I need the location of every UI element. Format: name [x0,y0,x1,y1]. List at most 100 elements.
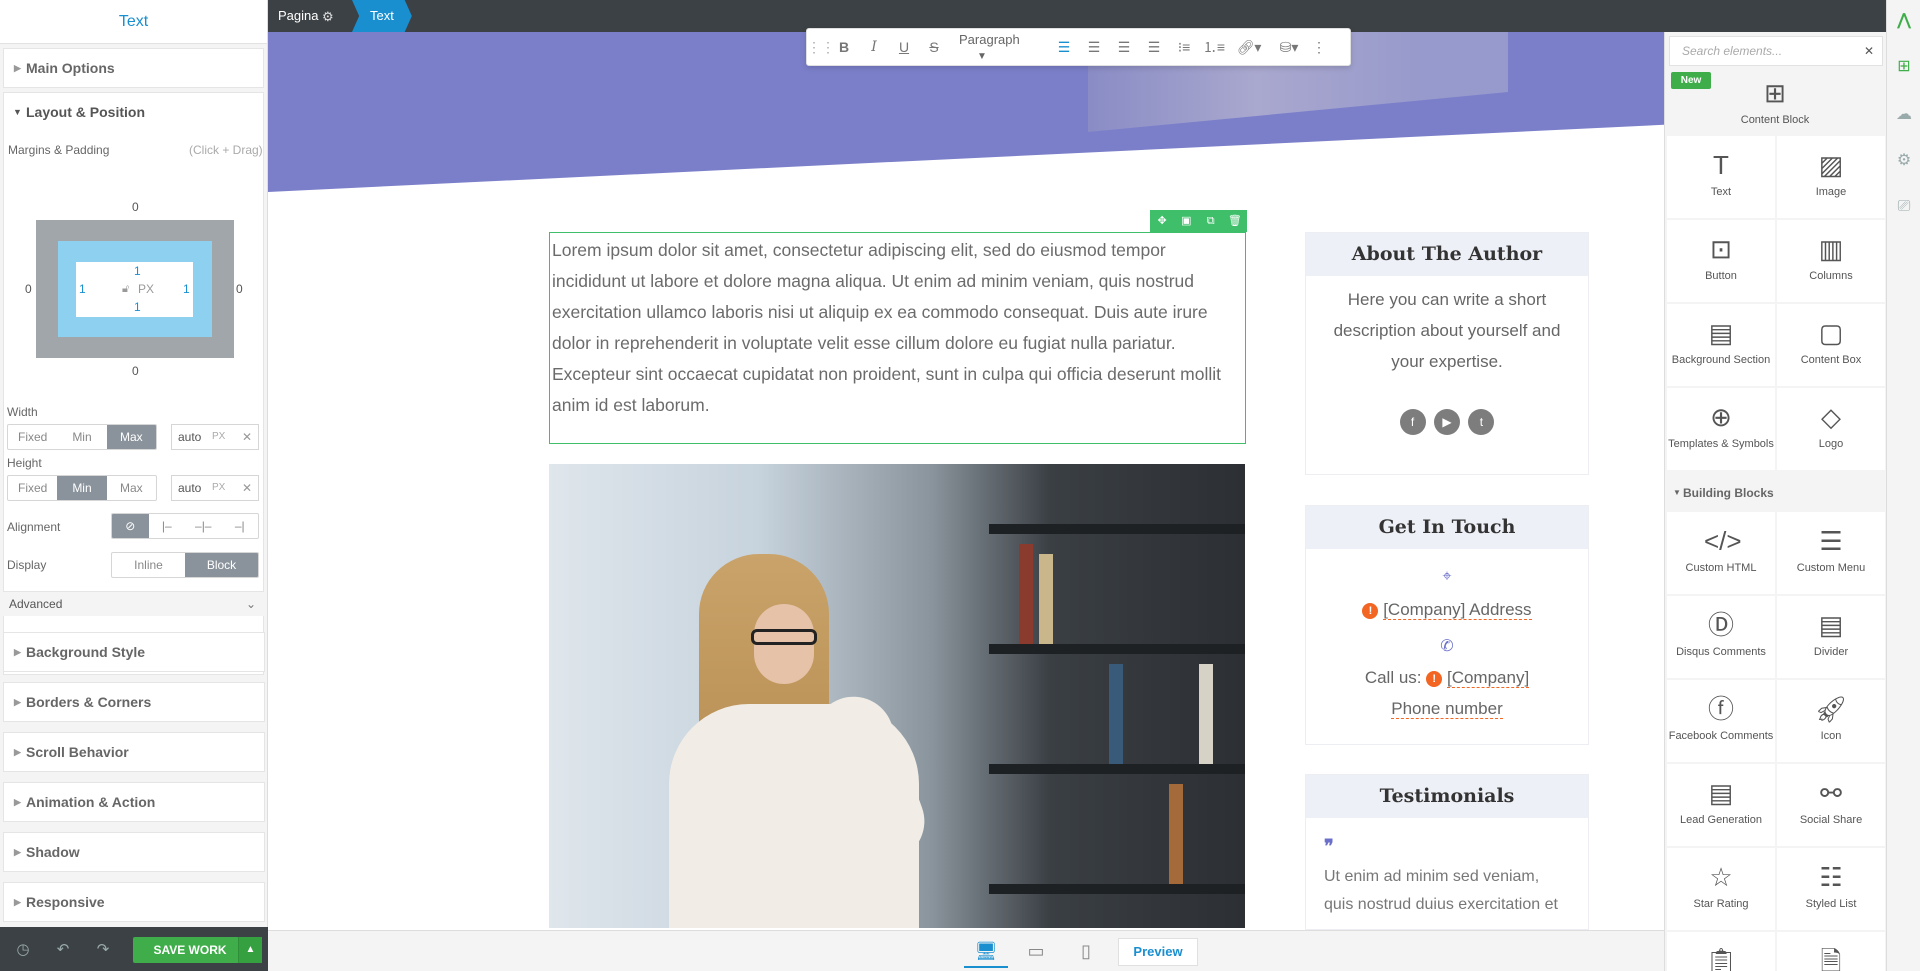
strikethrough-icon[interactable]: S [919,39,949,55]
numbered-list-icon[interactable]: ⒈≡ [1199,37,1229,57]
section-layout-header[interactable]: ▼ Layout & Position [4,93,263,133]
selected-text-element[interactable]: Lorem ipsum dolor sit amet, consectetur … [549,232,1246,444]
close-icon[interactable]: ✕ [1864,37,1874,65]
height-max-option[interactable]: Max [107,476,156,500]
justify-icon[interactable]: ☰ [1139,39,1169,56]
duplicate-icon[interactable]: ⧉ [1199,210,1223,232]
breadcrumb-page[interactable]: Pagina [278,0,318,32]
element-button[interactable]: ⊡ Button [1667,220,1775,302]
margin-right-value[interactable]: 0 [236,282,243,296]
align-left-icon[interactable]: |– [149,514,186,538]
width-fixed-option[interactable]: Fixed [8,425,57,449]
move-icon[interactable]: ✥ [1150,210,1174,232]
element-logo[interactable]: ◇ Logo [1777,388,1885,470]
width-min-option[interactable]: Min [57,425,106,449]
bullet-list-icon[interactable]: ⁝≡ [1169,39,1199,56]
element-more[interactable]: 📋︎ [1667,932,1775,971]
gear-icon[interactable]: ⚙ [322,0,334,34]
display-inline-option[interactable]: Inline [112,553,185,577]
clear-height-icon[interactable]: ✕ [242,476,252,500]
clear-width-icon[interactable]: ✕ [242,425,252,449]
width-mode-toggle[interactable]: Fixed Min Max [7,424,157,450]
margin-top-value[interactable]: 0 [132,200,139,214]
library-photo[interactable] [549,464,1245,928]
margin-left-value[interactable]: 0 [25,282,32,296]
advanced-toggle[interactable]: Advanced ⌄ [3,591,264,616]
mobile-icon[interactable]: ▯ [1064,935,1108,968]
element-columns[interactable]: ▥ Columns [1777,220,1885,302]
alignment-toggle[interactable]: ⊘ |– –|– –| [111,513,259,539]
save-options-button[interactable]: ▲ [238,937,262,963]
align-right-icon[interactable]: –| [222,514,259,538]
section-shadow[interactable]: ▶ Shadow [3,832,265,872]
height-mode-toggle[interactable]: Fixed Min Max [7,475,157,501]
building-blocks-header[interactable]: ▼ Building Blocks [1665,478,1886,508]
display-block-option[interactable]: Block [185,553,258,577]
padding-bottom-value[interactable]: 1 [134,300,141,314]
lock-icon[interactable]: 🔓︎ [122,283,129,296]
height-unit[interactable]: PX [212,476,225,500]
element-text[interactable]: T Text [1667,136,1775,218]
element-icon[interactable]: 🚀︎ Icon [1777,680,1885,762]
align-center-icon[interactable]: –|– [185,514,222,538]
paragraph-select[interactable]: Paragraph ▼ [949,32,1049,62]
element-disqus-comments[interactable]: Ⓓ Disqus Comments [1667,596,1775,678]
element-custom-html[interactable]: </> Custom HTML [1667,512,1775,594]
body-paragraph[interactable]: Lorem ipsum dolor sit amet, consectetur … [552,235,1243,421]
element-facebook-comments[interactable]: ⓕ Facebook Comments [1667,680,1775,762]
settings-icon[interactable]: ⚙ [1887,150,1920,170]
element-lead-generation[interactable]: ▤ Lead Generation [1667,764,1775,846]
padding-top-value[interactable]: 1 [134,264,141,278]
width-value[interactable]: auto [178,430,201,444]
cloud-download-icon[interactable]: ☁ [1887,104,1920,124]
align-left-icon[interactable]: ☰ [1049,39,1079,56]
align-right-icon[interactable]: ☰ [1109,39,1139,56]
preview-button[interactable]: Preview [1118,938,1198,966]
history-icon[interactable]: ◷ [8,940,38,958]
element-templates-symbols[interactable]: ⊕ Templates & Symbols [1667,388,1775,470]
section-responsive[interactable]: ▶ Responsive [3,882,265,922]
add-element-icon[interactable]: ⊞ [1887,56,1920,76]
database-icon[interactable]: ⛁▾ [1269,39,1309,56]
section-animation-action[interactable]: ▶ Animation & Action [3,782,265,822]
breadcrumb-current[interactable]: Text [352,0,412,32]
facebook-icon[interactable]: f [1399,409,1426,435]
element-content-block[interactable]: ⊞ Content Block [1721,74,1829,136]
element-social-share[interactable]: ⚯ Social Share [1777,764,1885,846]
height-input[interactable]: auto PX ✕ [171,475,259,501]
underline-icon[interactable]: U [889,39,919,55]
tablet-icon[interactable]: ▭ [1014,935,1058,968]
search-elements-input[interactable]: Search elements... ✕ [1669,36,1883,66]
youtube-icon[interactable]: ▶ [1434,409,1460,435]
more-options-icon[interactable]: ⋮ [1309,39,1329,56]
element-styled-list[interactable]: ☷ Styled List [1777,848,1885,930]
width-unit[interactable]: PX [212,425,225,449]
height-value[interactable]: auto [178,481,201,495]
height-fixed-option[interactable]: Fixed [8,476,57,500]
paint-roller-icon[interactable]: ⎚ [1887,198,1920,216]
height-min-option[interactable]: Min [57,476,107,500]
element-image[interactable]: ▨ Image [1777,136,1885,218]
element-content-box[interactable]: ▢ Content Box [1777,304,1885,386]
italic-icon[interactable]: I [859,39,889,55]
bold-icon[interactable]: B [829,39,859,55]
section-main-options[interactable]: ▶ Main Options [3,48,264,88]
save-block-icon[interactable]: ▣ [1174,210,1198,232]
width-input[interactable]: auto PX ✕ [171,424,259,450]
drag-handle-icon[interactable]: ⋮⋮ [807,39,835,56]
element-star-rating[interactable]: ☆ Star Rating [1667,848,1775,930]
padding-left-value[interactable]: 1 [79,282,86,296]
element-custom-menu[interactable]: ☰ Custom Menu [1777,512,1885,594]
width-max-option[interactable]: Max [106,425,156,449]
save-work-button[interactable]: SAVE WORK [133,937,247,963]
link-icon[interactable]: 🔗︎▾ [1229,39,1269,56]
display-toggle[interactable]: Inline Block [111,552,259,578]
twitter-icon[interactable]: t [1468,409,1495,435]
delete-icon[interactable]: 🗑︎ [1223,210,1247,232]
align-none-icon[interactable]: ⊘ [112,514,149,538]
align-center-icon[interactable]: ☰ [1079,39,1109,56]
section-background-style[interactable]: ▶ Background Style [3,632,265,672]
undo-icon[interactable]: ↶ [48,940,78,958]
element-divider[interactable]: ▤ Divider [1777,596,1885,678]
section-borders-corners[interactable]: ▶ Borders & Corners [3,682,265,722]
